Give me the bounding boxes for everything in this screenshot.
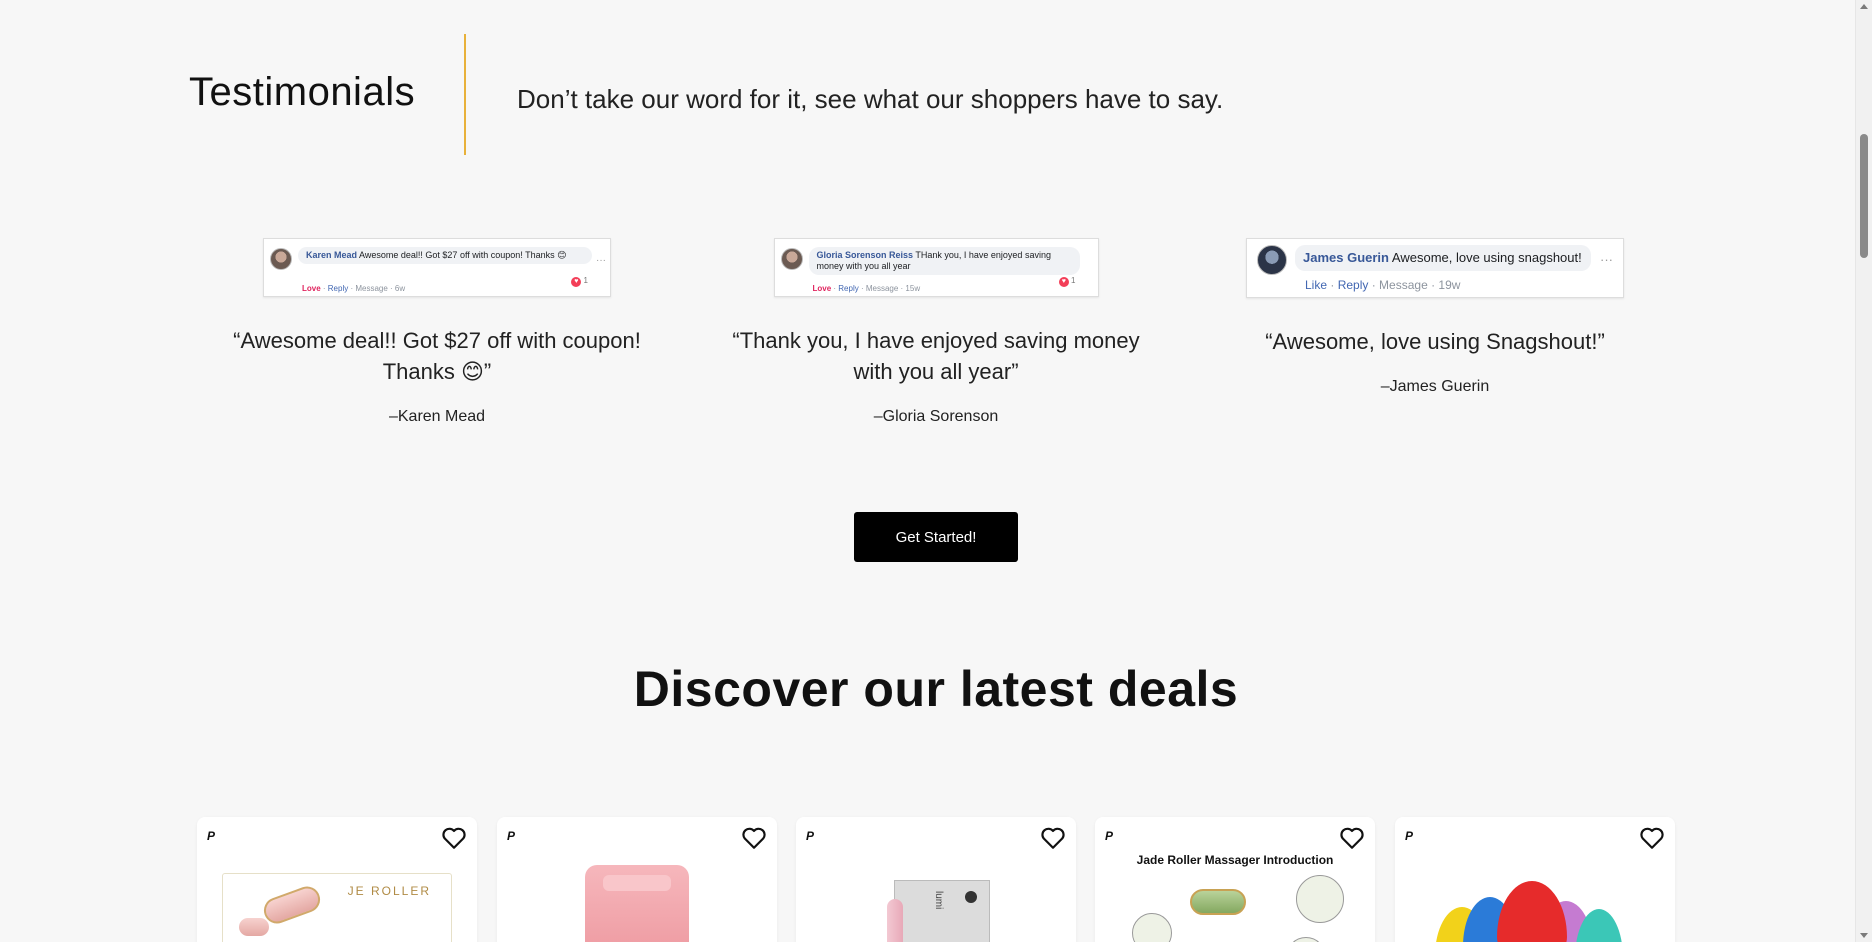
paypal-icon: P	[1405, 829, 1414, 843]
message-label: Message	[1379, 278, 1428, 292]
avatar	[780, 248, 803, 270]
message-label: Message	[865, 284, 899, 293]
product-image[interactable]	[1435, 881, 1635, 942]
box-text: lumi	[933, 891, 944, 910]
product-image[interactable]: lumi	[887, 880, 990, 942]
facebook-comment-screenshot: James Guerin Awesome, love using snagsho…	[1246, 238, 1624, 298]
detail-circle	[1286, 937, 1326, 942]
love-reaction-icon: ♥	[571, 277, 582, 287]
product-image[interactable]	[585, 865, 689, 942]
scroll-up-arrow-icon[interactable]	[1860, 4, 1868, 9]
jade-roller	[1190, 889, 1246, 915]
testimonial-card-1: Karen Mead Awesome deal!! Got $27 off wi…	[202, 238, 672, 426]
love-label: Love	[812, 284, 832, 293]
reply-label: Reply	[1337, 278, 1369, 292]
facebook-comment-screenshot: Karen Mead Awesome deal!! Got $27 off wi…	[263, 238, 611, 297]
more-icon: ···	[596, 255, 606, 266]
header-divider	[464, 34, 466, 155]
product-image[interactable]: JE ROLLER	[222, 873, 452, 942]
get-started-button[interactable]: Get Started!	[854, 512, 1018, 562]
deal-card[interactable]: P Jade Roller Massager Introduction	[1095, 817, 1375, 942]
product-brand-text: JE ROLLER	[347, 884, 431, 898]
avatar	[1257, 245, 1287, 275]
avatar	[270, 248, 292, 270]
time-label: 15w	[905, 284, 921, 293]
more-icon: ···	[1600, 252, 1613, 267]
comment-text: Awesome deal!! Got $27 off with coupon! …	[359, 250, 567, 260]
roller-stone	[260, 882, 324, 928]
testimonial-card-3: James Guerin Awesome, love using snagsho…	[1200, 238, 1670, 396]
scrollbar-thumb[interactable]	[1860, 134, 1868, 258]
heart-icon[interactable]	[1339, 826, 1365, 850]
comment-bubble: Karen Mead Awesome deal!! Got $27 off wi…	[298, 247, 592, 264]
comment-text: Awesome, love using snagshout!	[1391, 250, 1582, 265]
paypal-icon: P	[806, 829, 815, 843]
reply-label: Reply	[838, 284, 859, 293]
box-logo	[965, 891, 977, 903]
heart-icon[interactable]	[741, 826, 767, 850]
detail-circle	[1296, 875, 1344, 923]
paypal-icon: P	[507, 829, 516, 843]
detail-circle	[1132, 913, 1172, 942]
testimonials-title: Testimonials	[189, 70, 416, 114]
like-label: Like	[1305, 278, 1328, 292]
reaction-count: ♥ 1	[1058, 276, 1076, 287]
message-label: Message	[355, 284, 388, 293]
commenter-name: James Guerin	[1303, 250, 1389, 265]
testimonial-card-2: Gloria Sorenson Reiss THank you, I have …	[701, 238, 1171, 426]
deal-card[interactable]: P	[1395, 817, 1675, 942]
deal-card[interactable]: P lumi	[796, 817, 1076, 942]
heart-icon[interactable]	[1040, 826, 1066, 850]
reaction-count: ♥ 1	[571, 276, 588, 287]
time-label: 6w	[394, 284, 406, 293]
testimonial-author: –Karen Mead	[388, 408, 486, 425]
sponge-red	[1497, 881, 1567, 942]
reaction-number: 1	[1071, 276, 1076, 285]
vertical-scrollbar[interactable]	[1855, 0, 1872, 942]
testimonial-quote: “Awesome, love using Snagshout!”	[1265, 329, 1605, 354]
scroll-down-arrow-icon[interactable]	[1860, 933, 1868, 938]
paypal-icon: P	[207, 829, 216, 843]
commenter-name: Karen Mead	[306, 250, 358, 260]
facebook-comment-screenshot: Gloria Sorenson Reiss THank you, I have …	[773, 238, 1099, 297]
comment-actions: Love · Reply · Message · 6w	[302, 284, 406, 293]
love-label: Love	[302, 284, 321, 293]
deal-card[interactable]: P	[497, 817, 777, 942]
paypal-icon: P	[1105, 829, 1114, 843]
testimonial-quote: “Thank you, I have enjoyed saving money …	[732, 328, 1140, 384]
heart-icon[interactable]	[1639, 826, 1665, 850]
testimonial-author: –James Guerin	[1380, 378, 1490, 395]
reaction-number: 1	[583, 276, 588, 285]
roller-top	[603, 875, 671, 891]
comment-bubble: James Guerin Awesome, love using snagsho…	[1295, 245, 1591, 271]
comment-actions: Love · Reply · Message · 15w	[812, 284, 921, 293]
comment-bubble: Gloria Sorenson Reiss THank you, I have …	[808, 247, 1080, 275]
love-reaction-icon: ♥	[1058, 277, 1069, 287]
commenter-name: Gloria Sorenson Reiss	[816, 250, 914, 260]
product-image[interactable]: Jade Roller Massager Introduction	[1120, 853, 1350, 942]
testimonial-quote: “Awesome deal!! Got $27 off with coupon!…	[233, 328, 641, 384]
testimonial-author: –Gloria Sorenson	[873, 408, 999, 425]
comment-actions: Like · Reply · Message · 19w	[1305, 278, 1461, 292]
product-stick	[887, 899, 903, 942]
roller-stone-small	[239, 918, 269, 936]
testimonials-subtitle: Don’t take our word for it, see what our…	[517, 84, 1224, 114]
heart-icon[interactable]	[441, 826, 467, 850]
product-caption: Jade Roller Massager Introduction	[1136, 853, 1334, 867]
deal-card[interactable]: P JE ROLLER	[197, 817, 477, 942]
reply-label: Reply	[327, 284, 349, 293]
time-label: 19w	[1438, 278, 1461, 292]
deals-title: Discover our latest deals	[633, 661, 1239, 717]
